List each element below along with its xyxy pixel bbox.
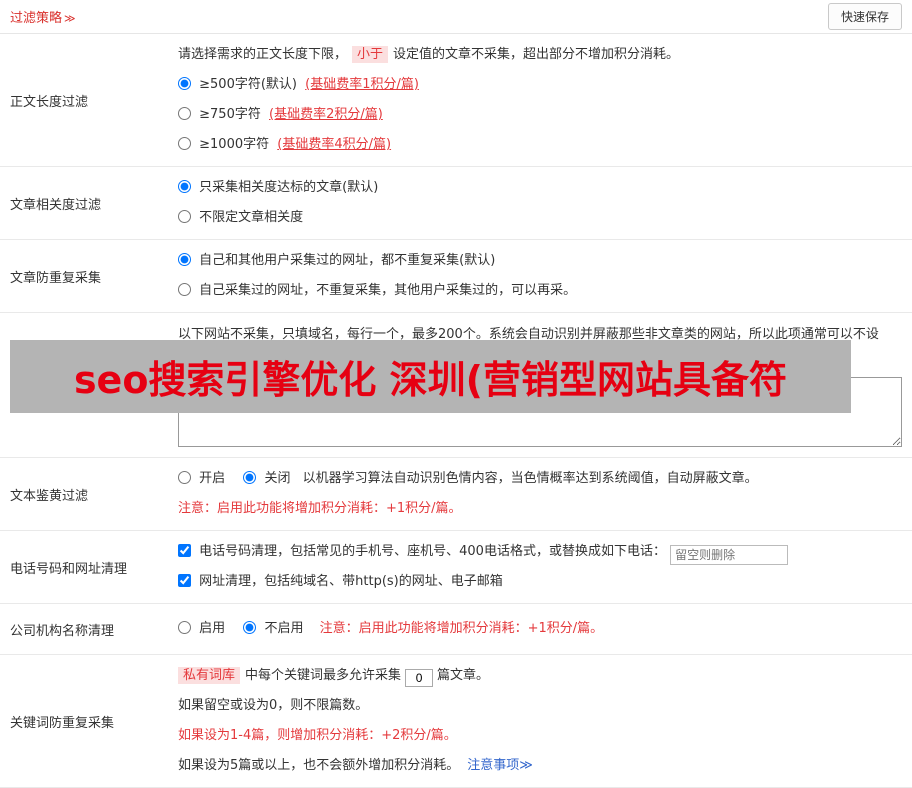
watermark-text: seo搜索引擎优化 深圳(营销型网站具备符 — [73, 358, 788, 402]
length-option-500-radio[interactable] — [178, 77, 191, 90]
company-option-on-radio[interactable] — [178, 621, 191, 634]
porn-option-off-label: 关闭 — [264, 471, 291, 486]
keyword-dedup-line4-text: 如果设为5篇或以上，也不会额外增加积分消耗。 — [178, 758, 460, 773]
keyword-dedup-line1-post: 篇文章。 — [437, 668, 490, 683]
chevron-down-icon[interactable]: ≫ — [64, 12, 76, 25]
length-desc-highlight: 小于 — [352, 46, 389, 63]
relevance-option-any-radio[interactable] — [178, 210, 191, 223]
phone-clean-option-label: 电话号码清理，包括常见的手机号、座机号、400电话格式，或替换成如下电话： — [199, 544, 666, 559]
dedup-option-global-radio[interactable] — [178, 253, 191, 266]
row-dedup-filter: 文章防重复采集 自己和其他用户采集过的网址，都不重复采集(默认) 自己采集过的网… — [0, 240, 912, 313]
length-option-500[interactable]: ≥500字符(默认) (基础费率1积分/篇) — [178, 77, 419, 92]
phone-clean-option[interactable]: 电话号码清理，包括常见的手机号、座机号、400电话格式，或替换成如下电话： — [178, 544, 670, 559]
relevance-option-strict[interactable]: 只采集相关度达标的文章(默认) — [178, 180, 378, 195]
company-option-on[interactable]: 启用 — [178, 621, 229, 636]
phone-url-clean-label: 电话号码和网址清理 — [10, 561, 128, 577]
length-option-1000-radio[interactable] — [178, 137, 191, 150]
porn-filter-desc: 以机器学习算法自动识别色情内容，当色情概率达到系统阈值，自动屏蔽文章。 — [302, 471, 758, 486]
company-option-off[interactable]: 不启用 — [243, 621, 307, 636]
company-option-off-label: 不启用 — [264, 621, 304, 636]
keyword-dedup-line3: 如果设为1-4篇，则增加积分消耗：+2积分/篇。 — [178, 728, 457, 743]
length-filter-desc: 请选择需求的正文长度下限， 小于 设定值的文章不采集，超出部分不增加积分消耗。 — [178, 40, 902, 70]
keyword-dedup-label: 关键词防重复采集 — [10, 715, 115, 731]
company-clean-warning: 注意：启用此功能将增加积分消耗：+1积分/篇。 — [319, 621, 604, 636]
page-title: 过滤策略 ≫ — [10, 7, 76, 26]
url-clean-option[interactable]: 网址清理，包括纯域名、带http(s)的网址、电子邮箱 — [178, 574, 503, 589]
length-desc-pre: 请选择需求的正文长度下限， — [178, 47, 348, 62]
keyword-dedup-line1-pre: 中每个关键词最多允许采集 — [245, 668, 402, 683]
watermark-banner: seo搜索引擎优化 深圳(营销型网站具备符 — [10, 340, 851, 413]
length-option-750-note: (基础费率2积分/篇) — [269, 107, 383, 122]
relevance-option-any[interactable]: 不限定文章相关度 — [178, 210, 303, 225]
row-keyword-dedup: 关键词防重复采集 私有词库中每个关键词最多允许采集 篇文章。 如果留空或设为0，则… — [0, 655, 912, 788]
relevance-option-strict-label: 只采集相关度达标的文章(默认) — [199, 180, 379, 195]
porn-option-off-radio[interactable] — [243, 471, 257, 484]
relevance-option-strict-radio[interactable] — [178, 180, 191, 193]
length-option-750-label: ≥750字符 — [199, 107, 261, 122]
length-option-1000[interactable]: ≥1000字符 (基础费率4积分/篇) — [178, 137, 391, 152]
porn-option-off[interactable]: 关闭 — [243, 471, 294, 486]
length-desc-post: 设定值的文章不采集，超出部分不增加积分消耗。 — [393, 47, 680, 62]
phone-replace-input[interactable] — [670, 545, 789, 565]
row-phone-url-clean: 电话号码和网址清理 电话号码清理，包括常见的手机号、座机号、400电话格式，或替… — [0, 531, 912, 604]
dedup-option-self-radio[interactable] — [178, 283, 191, 296]
length-option-1000-label: ≥1000字符 — [199, 137, 270, 152]
porn-option-on-radio[interactable] — [178, 471, 191, 484]
length-option-1000-note: (基础费率4积分/篇) — [277, 137, 392, 152]
porn-filter-label: 文本鉴黄过滤 — [10, 488, 89, 504]
url-clean-checkbox[interactable] — [178, 574, 191, 587]
length-option-500-label: ≥500字符(默认) — [199, 77, 297, 92]
row-length-filter: 正文长度过滤 请选择需求的正文长度下限， 小于 设定值的文章不采集，超出部分不增加积… — [0, 34, 912, 167]
porn-filter-warning: 注意：启用此功能将增加积分消耗：+1积分/篇。 — [178, 501, 462, 516]
dedup-filter-label: 文章防重复采集 — [10, 270, 102, 286]
length-filter-label: 正文长度过滤 — [10, 94, 89, 110]
dedup-option-global[interactable]: 自己和其他用户采集过的网址，都不重复采集(默认) — [178, 253, 495, 268]
length-option-750-radio[interactable] — [178, 107, 191, 120]
phone-clean-checkbox[interactable] — [178, 544, 191, 557]
url-clean-option-label: 网址清理，包括纯域名、带http(s)的网址、电子邮箱 — [199, 574, 503, 589]
keyword-dedup-line2: 如果留空或设为0，则不限篇数。 — [178, 698, 369, 713]
dedup-option-self[interactable]: 自己采集过的网址，不重复采集，其他用户采集过的，可以再采。 — [178, 283, 576, 298]
company-clean-label: 公司机构名称清理 — [10, 623, 115, 639]
company-option-off-radio[interactable] — [243, 621, 257, 634]
page-title-text: 过滤策略 — [10, 11, 63, 26]
porn-option-on-label: 开启 — [199, 471, 226, 486]
page-header: 过滤策略 ≫ 快速保存 — [0, 0, 912, 34]
porn-option-on[interactable]: 开启 — [178, 471, 229, 486]
row-porn-filter: 文本鉴黄过滤 开启 关闭 以机器学习算法自动识别色情内容，当色情概率达到系统阈值… — [0, 458, 912, 531]
length-option-750[interactable]: ≥750字符 (基础费率2积分/篇) — [178, 107, 383, 122]
row-relevance-filter: 文章相关度过滤 只采集相关度达标的文章(默认) 不限定文章相关度 — [0, 167, 912, 240]
length-option-500-note: (基础费率1积分/篇) — [305, 77, 419, 92]
dedup-option-self-label: 自己采集过的网址，不重复采集，其他用户采集过的，可以再采。 — [199, 283, 577, 298]
company-option-on-label: 启用 — [199, 621, 226, 636]
private-lexicon-tag: 私有词库 — [178, 667, 241, 684]
dedup-option-global-label: 自己和其他用户采集过的网址，都不重复采集(默认) — [199, 253, 496, 268]
keyword-dedup-line4: 如果设为5篇或以上，也不会额外增加积分消耗。 注意事项≫ — [178, 751, 902, 781]
row-company-clean: 公司机构名称清理 启用 不启用 注意：启用此功能将增加积分消耗：+1积分/篇。 — [0, 604, 912, 655]
quick-save-button[interactable]: 快速保存 — [827, 3, 902, 30]
keyword-dedup-line1: 私有词库中每个关键词最多允许采集 篇文章。 — [178, 661, 902, 691]
keyword-count-input[interactable] — [405, 669, 434, 687]
notes-link[interactable]: 注意事项≫ — [467, 758, 533, 773]
relevance-option-any-label: 不限定文章相关度 — [199, 210, 304, 225]
relevance-filter-label: 文章相关度过滤 — [10, 197, 102, 213]
